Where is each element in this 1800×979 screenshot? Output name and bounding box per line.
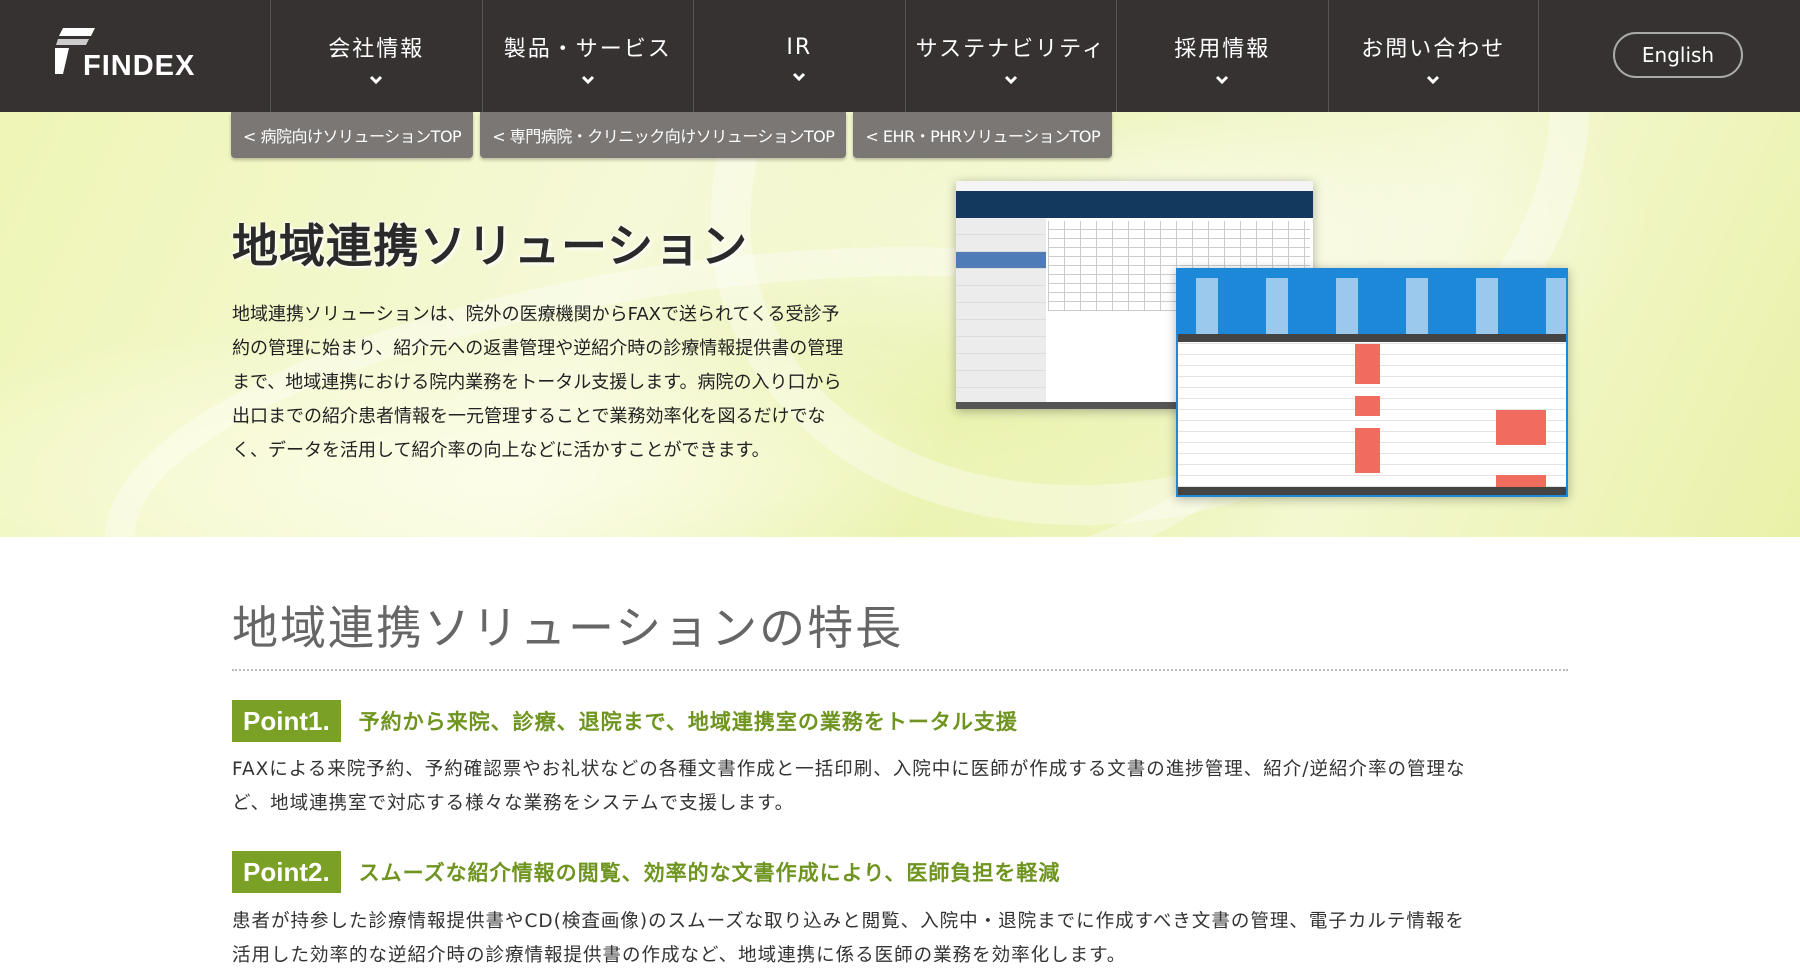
point-badge: Point1. bbox=[232, 700, 341, 742]
app-screenshot-referral-list bbox=[1176, 268, 1568, 497]
findex-logo[interactable]: FINDEX bbox=[55, 28, 205, 83]
features-title: 地域連携ソリューションの特長 bbox=[232, 601, 904, 655]
english-button[interactable]: English bbox=[1613, 32, 1743, 78]
point-badge: Point2. bbox=[232, 851, 341, 893]
solution-subnav: < 病院向けソリューションTOP < 専門病院・クリニック向けソリューションTO… bbox=[231, 112, 1113, 158]
point-title: 予約から来院、診療、退院まで、地域連携室の業務をトータル支援 bbox=[358, 710, 1018, 734]
text-line: 地域連携ソリューションは、院外の医療機関からFAXで送られてくる受診予 bbox=[232, 304, 840, 325]
nav-label: サステナビリティ bbox=[915, 37, 1106, 62]
text-line: 出口までの紹介患者情報を一元管理することで業務効率化を図るだけでな bbox=[232, 406, 826, 427]
hospital-solution-top-link[interactable]: < 病院向けソリューションTOP bbox=[231, 112, 474, 158]
clinic-solution-top-link[interactable]: < 専門病院・クリニック向けソリューションTOP bbox=[480, 112, 847, 158]
point-1-heading: Point1. 予約から来院、診療、退院まで、地域連携室の業務をトータル支援 bbox=[232, 700, 1018, 742]
chevron-down-icon bbox=[1427, 75, 1440, 85]
nav-label: 採用情報 bbox=[1174, 37, 1271, 62]
chevron-down-icon bbox=[793, 72, 806, 81]
nav-label: 会社情報 bbox=[328, 37, 425, 62]
point-2-heading: Point2. スムーズな紹介情報の閲覧、効率的な文書作成により、医師負担を軽減 bbox=[232, 851, 1060, 893]
text-line: まで、地域連携における院内業務をトータル支援します。病院の入り口から bbox=[232, 372, 842, 393]
chevron-down-icon bbox=[581, 75, 594, 85]
nav-sustainability[interactable]: サステナビリティ bbox=[904, 0, 1117, 112]
text-line: ど、地域連携室で対応する様々な業務をシステムで支援します。 bbox=[232, 793, 795, 814]
point-1-body: FAXによる来院予約、予約確認票やお礼状などの各種文書作成と一括印刷、入院中に医… bbox=[232, 753, 1572, 821]
nav-label: IR bbox=[786, 34, 813, 60]
text-line: 活用した効率的な逆紹介時の診療情報提供書の作成など、地域連携に係る医師の業務を効… bbox=[232, 945, 1127, 966]
text-line: FAXによる来院予約、予約確認票やお礼状などの各種文書作成と一括印刷、入院中に医… bbox=[232, 759, 1466, 780]
text-line: 約の管理に始まり、紹介元への返書管理や逆紹介時の診療情報提供書の管理 bbox=[232, 338, 844, 359]
text-line: 患者が持参した診療情報提供書やCD(検査画像)のスムーズな取り込みと閲覧、入院中… bbox=[232, 911, 1465, 932]
chevron-down-icon bbox=[1216, 75, 1229, 85]
logo-text: FINDEX bbox=[83, 50, 196, 82]
main-nav: 会社情報 製品・サービス IR サステナビリティ 採用情報 お問い合わせ bbox=[270, 0, 1539, 112]
text-line: く、データを活用して紹介率の向上などに活かすことができます。 bbox=[232, 440, 770, 461]
point-2-body: 患者が持参した診療情報提供書やCD(検査画像)のスムーズな取り込みと閲覧、入院中… bbox=[232, 905, 1572, 973]
nav-ir[interactable]: IR bbox=[693, 0, 905, 112]
point-title: スムーズな紹介情報の閲覧、効率的な文書作成により、医師負担を軽減 bbox=[358, 861, 1061, 885]
nav-label: 製品・サービス bbox=[503, 37, 672, 62]
chevron-down-icon bbox=[1004, 75, 1017, 85]
hero-description: 地域連携ソリューションは、院外の医療機関からFAXで送られてくる受診予 約の管理… bbox=[232, 298, 892, 468]
divider bbox=[232, 669, 1568, 671]
site-header: FINDEX 会社情報 製品・サービス IR サステナビリティ 採用情報 お問い… bbox=[0, 0, 1800, 112]
page-title: 地域連携ソリューション bbox=[232, 219, 749, 273]
nav-company[interactable]: 会社情報 bbox=[270, 0, 482, 112]
nav-recruit[interactable]: 採用情報 bbox=[1116, 0, 1328, 112]
nav-label: お問い合わせ bbox=[1361, 37, 1506, 62]
chevron-down-icon bbox=[370, 75, 383, 85]
ehr-phr-solution-top-link[interactable]: < EHR・PHRソリューションTOP bbox=[853, 112, 1113, 158]
nav-contact[interactable]: お問い合わせ bbox=[1327, 0, 1539, 112]
nav-products[interactable]: 製品・サービス bbox=[481, 0, 694, 112]
